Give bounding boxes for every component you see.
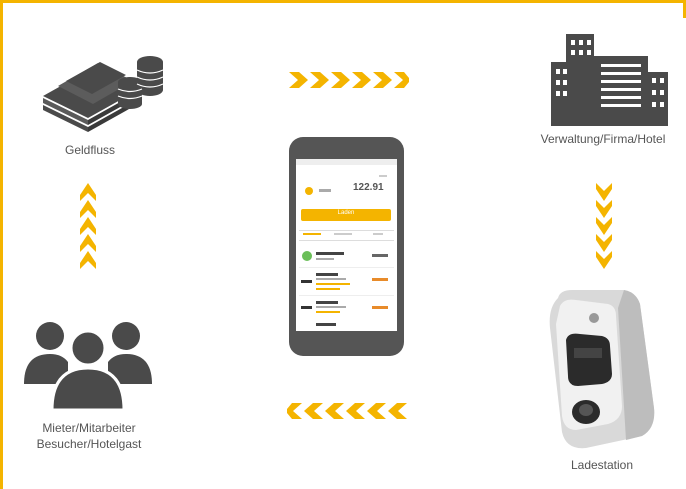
frame-left-border: [0, 0, 3, 489]
arrows-right-top: [289, 72, 409, 88]
users-label-line1: Mieter/Mitarbeiter: [42, 421, 136, 435]
users-label: Mieter/Mitarbeiter Besucher/Hotelgast: [15, 420, 163, 452]
arrows-up-left: [80, 183, 96, 269]
phone-balance: 122.91: [353, 182, 384, 193]
money-label: Geldfluss: [64, 143, 116, 157]
phone-charge-button: Laden: [337, 210, 355, 216]
money-stack-icon: [38, 48, 173, 133]
company-label: Verwaltung/Firma/Hotel: [540, 132, 666, 146]
smartphone-app: 122.91 Laden: [289, 137, 404, 356]
people-group-icon: [22, 318, 154, 410]
frame-top-border: [0, 0, 686, 3]
charging-station-icon: [546, 288, 658, 450]
office-building-icon: [551, 34, 671, 126]
users-label-line2: Besucher/Hotelgast: [36, 437, 142, 451]
arrows-down-right: [596, 183, 612, 269]
arrows-left-bottom: [287, 403, 407, 419]
charger-label: Ladestation: [570, 458, 634, 472]
